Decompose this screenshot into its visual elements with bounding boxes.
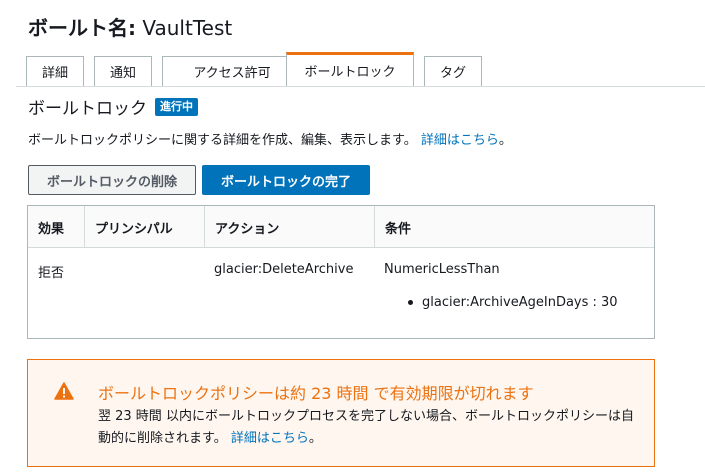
condition-list-item: glacier:ArchiveAgeInDays : 30 (408, 295, 618, 310)
alert-body: 翌 23 時間 以内にボールトロックプロセスを完了しない場合、ボールトロックポリ… (98, 406, 638, 450)
learn-more-link[interactable]: 詳細はこちら (421, 133, 499, 148)
vault-name: VaultTest (142, 16, 233, 40)
cell-action: glacier:DeleteArchive (214, 262, 354, 277)
page-title: ボールト名: VaultTest (28, 12, 232, 41)
expiry-warning-alert: ボールトロックポリシーは約 23 時間 で有効期限が切れます 翌 23 時間 以… (27, 359, 655, 467)
cell-condition: NumericLessThan (384, 262, 500, 277)
tab-notifications[interactable]: 通知 (94, 56, 152, 86)
tab-tags[interactable]: タグ (424, 56, 482, 86)
tab-vault-lock[interactable]: ボールトロック (286, 52, 414, 86)
warning-icon (54, 382, 74, 404)
column-header-action: アクション (204, 206, 374, 248)
column-header-condition: 条件 (374, 206, 654, 248)
status-badge: 進行中 (155, 97, 198, 116)
column-header-effect: 効果 (38, 221, 65, 237)
tab-divider (16, 86, 705, 87)
condition-item-text: glacier:ArchiveAgeInDays : 30 (422, 295, 618, 310)
delete-vault-lock-button[interactable]: ボールトロックの削除 (28, 165, 196, 195)
page-title-prefix: ボールト名: (28, 16, 136, 40)
section-heading: ボールトロック 進行中 (28, 94, 198, 119)
tab-details[interactable]: 詳細 (26, 56, 84, 86)
complete-vault-lock-button[interactable]: ボールトロックの完了 (202, 165, 370, 195)
alert-body-text: 翌 23 時間 以内にボールトロックプロセスを完了しない場合、ボールトロックポリ… (98, 409, 634, 446)
description-period: 。 (498, 133, 512, 148)
alert-learn-more-link[interactable]: 詳細はこちら (231, 431, 309, 446)
column-header-principal: プリンシパル (84, 206, 204, 248)
table-header: 効果 プリンシパル アクション 条件 (28, 206, 654, 248)
alert-period: 。 (308, 431, 322, 446)
bullet-dot (408, 300, 413, 305)
section-description: ボールトロックポリシーに関する詳細を作成、編集、表示します。 詳細はこちら。 (28, 129, 512, 148)
cell-effect: 拒否 (38, 266, 65, 281)
section-title: ボールトロック (28, 99, 147, 119)
tab-permissions[interactable]: アクセス許可 (162, 56, 302, 86)
description-text: ボールトロックポリシーに関する詳細を作成、編集、表示します。 (28, 133, 417, 148)
policy-table: 効果 プリンシパル アクション 条件 拒否 glacier:DeleteArch… (27, 205, 655, 339)
alert-title: ボールトロックポリシーは約 23 時間 で有効期限が切れます (98, 384, 534, 403)
